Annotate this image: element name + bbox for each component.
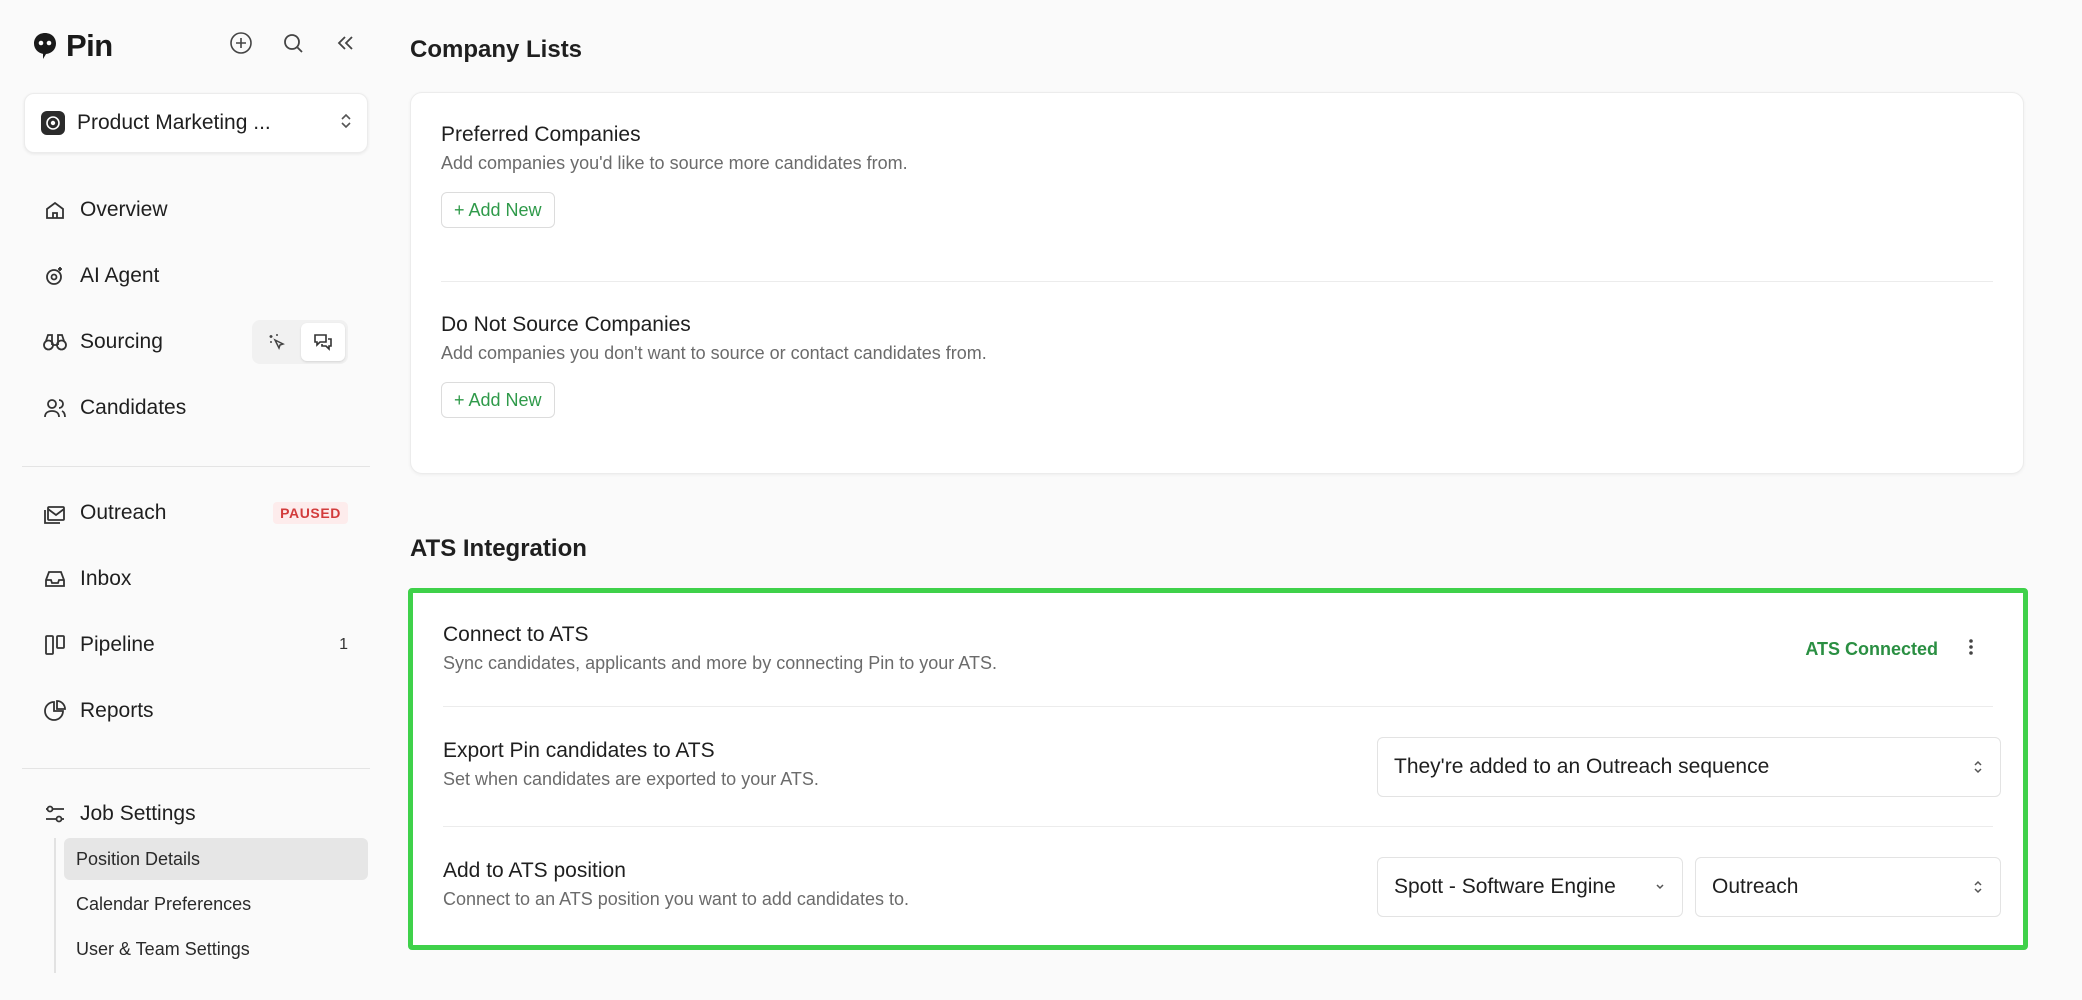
plus-icon: + <box>454 199 465 220</box>
project-selector[interactable]: Product Marketing ... <box>24 93 368 153</box>
ats-stage-select[interactable]: Outreach <box>1695 857 2001 917</box>
nav-item-overview[interactable]: Overview <box>22 183 366 237</box>
subnav-item-calendar-preferences[interactable]: Calendar Preferences <box>64 883 368 925</box>
nav-item-ai-agent[interactable]: AI Agent <box>22 249 366 303</box>
add-circle-icon[interactable] <box>228 30 254 56</box>
mail-stack-icon <box>42 500 68 526</box>
chevron-updown-icon <box>1972 759 1984 775</box>
plus-icon: + <box>454 389 465 410</box>
preferred-companies-title: Preferred Companies <box>441 123 641 146</box>
project-name: Product Marketing ... <box>77 111 271 134</box>
company-lists-title: Company Lists <box>410 36 583 63</box>
subnav-item-user-team-settings[interactable]: User & Team Settings <box>64 928 368 970</box>
chevron-down-icon <box>1654 882 1666 892</box>
secondary-nav: Outreach PAUSED Inbox Pipeline 1 Reports <box>22 486 366 738</box>
ats-position-select[interactable]: Spott - Software Engine <box>1377 857 1683 917</box>
nav-label-pipeline: Pipeline <box>80 633 155 656</box>
nav-item-outreach[interactable]: Outreach PAUSED <box>22 486 366 540</box>
nav-item-inbox[interactable]: Inbox <box>22 552 366 606</box>
do-not-source-desc: Add companies you don't want to source o… <box>441 343 987 363</box>
inbox-icon <box>42 566 68 592</box>
add-preferred-company-button[interactable]: + Add New <box>441 192 555 228</box>
search-icon[interactable] <box>280 30 306 56</box>
nav-item-job-settings[interactable]: Job Settings <box>22 787 366 841</box>
sliders-icon <box>42 801 68 827</box>
nav-label-sourcing: Sourcing <box>80 330 163 353</box>
ats-stage-value: Outreach <box>1712 875 1799 898</box>
sparkle-cursor-icon[interactable] <box>255 323 299 361</box>
kanban-icon <box>42 632 68 658</box>
nav-label-reports: Reports <box>80 699 154 722</box>
row-divider <box>443 826 1993 827</box>
sidebar-actions <box>228 30 358 56</box>
brand-name: Pin <box>66 28 113 63</box>
connect-ats-row: Connect to ATS Sync candidates, applican… <box>443 623 1993 674</box>
brand[interactable]: Pin <box>32 26 113 66</box>
nav-item-candidates[interactable]: Candidates <box>22 381 366 435</box>
subnav-item-position-details[interactable]: Position Details <box>64 838 368 880</box>
export-trigger-value: They're added to an Outreach sequence <box>1394 755 1770 778</box>
pie-chart-icon <box>42 698 68 724</box>
connect-ats-title: Connect to ATS <box>443 623 589 646</box>
add-new-label: Add New <box>468 199 542 220</box>
home-icon <box>42 197 68 223</box>
primary-nav: Overview AI Agent Sourcing Candidates <box>22 183 366 435</box>
preferred-companies-row: Preferred Companies Add companies you'd … <box>441 123 1993 228</box>
nav-label-candidates: Candidates <box>80 396 187 419</box>
sidebar-divider <box>22 768 370 769</box>
paused-badge: PAUSED <box>273 502 348 524</box>
export-trigger-select[interactable]: They're added to an Outreach sequence <box>1377 737 2001 797</box>
binoculars-icon <box>42 329 68 355</box>
chat-bubbles-icon[interactable] <box>301 323 345 361</box>
do-not-source-row: Do Not Source Companies Add companies yo… <box>441 313 1993 418</box>
nav-item-pipeline[interactable]: Pipeline 1 <box>22 618 366 672</box>
nav-label-outreach: Outreach <box>80 501 167 524</box>
nav-item-reports[interactable]: Reports <box>22 684 366 738</box>
add-do-not-source-company-button[interactable]: + Add New <box>441 382 555 418</box>
nav-label-inbox: Inbox <box>80 567 132 590</box>
nav-label-overview: Overview <box>80 198 168 221</box>
sourcing-mode-toggle <box>252 320 348 364</box>
ats-integration-card: Connect to ATS Sync candidates, applican… <box>408 588 2028 950</box>
job-settings-subnav: Position Details Calendar Preferences Us… <box>54 838 368 973</box>
do-not-source-title: Do Not Source Companies <box>441 313 691 336</box>
add-new-label: Add New <box>468 389 542 410</box>
users-icon <box>42 395 68 421</box>
row-divider <box>443 706 1993 707</box>
nav-item-sourcing[interactable]: Sourcing <box>22 315 366 369</box>
ats-integration-title: ATS Integration <box>410 535 587 562</box>
chevron-updown-icon <box>1972 879 1984 895</box>
company-lists-card: Preferred Companies Add companies you'd … <box>410 92 2024 474</box>
nav-label-job-settings: Job Settings <box>80 802 196 825</box>
ai-agent-icon <box>42 263 68 289</box>
preferred-companies-desc: Add companies you'd like to source more … <box>441 153 908 173</box>
sidebar-divider <box>22 466 370 467</box>
pipeline-count: 1 <box>339 636 348 653</box>
more-options-icon[interactable] <box>1959 635 1983 659</box>
nav-label-ai-agent: AI Agent <box>80 264 160 287</box>
project-avatar <box>41 111 65 135</box>
job-settings-nav: Job Settings <box>22 787 366 841</box>
pin-logo-icon <box>32 33 58 59</box>
main-content: Company Lists Preferred Companies Add co… <box>382 0 2082 1000</box>
connect-ats-desc: Sync candidates, applicants and more by … <box>443 653 997 673</box>
collapse-sidebar-icon[interactable] <box>332 30 358 56</box>
row-divider <box>441 281 1993 282</box>
ats-position-value: Spott - Software Engine <box>1394 875 1616 898</box>
ats-connected-status: ATS Connected <box>1805 639 1938 659</box>
sidebar: Pin Product Marketing ... Overview AI Ag… <box>0 0 382 1000</box>
chevron-updown-icon <box>339 112 353 135</box>
